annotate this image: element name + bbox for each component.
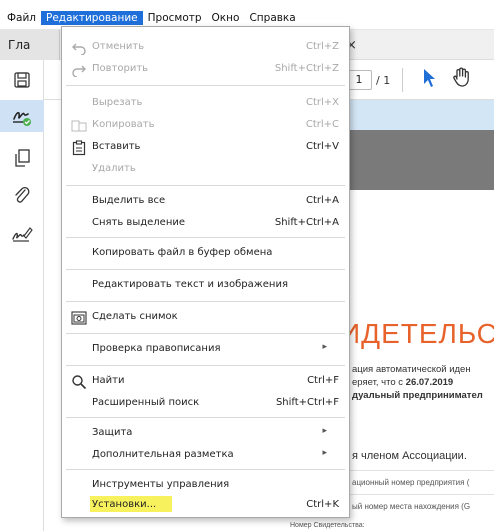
menu-item-management-tools[interactable]: Инструменты управления bbox=[62, 475, 349, 497]
attach-icon[interactable] bbox=[10, 184, 34, 208]
menu-item-shortcut: Ctrl+V bbox=[305, 141, 339, 152]
select-cursor-icon[interactable] bbox=[422, 68, 436, 91]
menu-edit[interactable]: Редактирование bbox=[41, 10, 143, 25]
menu-item-copy-file[interactable]: Копировать файл в буфер обмена bbox=[62, 243, 349, 265]
save-icon[interactable] bbox=[10, 68, 34, 92]
menu-separator bbox=[66, 301, 345, 302]
menu-separator bbox=[66, 269, 345, 270]
menu-item-shortcut: Ctrl+C bbox=[305, 119, 339, 130]
menu-item-label: Вырезать bbox=[92, 97, 143, 108]
search-icon bbox=[70, 373, 88, 391]
menu-item-label: Дополнительная разметка bbox=[92, 449, 234, 460]
doc-divider bbox=[350, 494, 494, 495]
menu-item-edit-text[interactable]: Редактировать текст и изображения bbox=[62, 275, 349, 297]
submenu-arrow-icon: ▸ bbox=[322, 448, 327, 458]
menu-item-shortcut: Ctrl+A bbox=[305, 195, 339, 206]
menu-item-advanced-search[interactable]: Расширенный поиск Shift+Ctrl+F bbox=[62, 393, 349, 415]
menu-item-label: Копировать файл в буфер обмена bbox=[92, 247, 273, 258]
doc-text-prefix: еряет, что с bbox=[352, 377, 404, 388]
submenu-arrow-icon: ▸ bbox=[322, 342, 327, 352]
menu-item-protection[interactable]: Защита ▸ bbox=[62, 423, 349, 445]
menu-item-redo[interactable]: Повторить Shift+Ctrl+Z bbox=[62, 59, 349, 81]
menu-item-cut[interactable]: Вырезать Ctrl+X bbox=[62, 93, 349, 115]
left-sidebar bbox=[0, 60, 44, 531]
doc-date: 26.07.2019 bbox=[405, 377, 454, 388]
menu-item-label: Найти bbox=[92, 375, 125, 386]
menu-separator bbox=[66, 185, 345, 186]
submenu-arrow-icon: ▸ bbox=[322, 426, 327, 436]
menu-item-shortcut: Ctrl+Z bbox=[305, 41, 339, 52]
menu-item-label: Копировать bbox=[92, 119, 155, 130]
document-gutter bbox=[350, 130, 494, 190]
pages-icon[interactable] bbox=[10, 146, 34, 170]
menu-file[interactable]: Файл bbox=[2, 11, 41, 25]
toolbar-divider bbox=[402, 68, 403, 92]
doc-text-line: ый номер места нахождения (G bbox=[352, 502, 471, 511]
doc-text-line: я членом Ассоциации. bbox=[352, 450, 467, 462]
tab-home[interactable]: Гла bbox=[0, 30, 60, 60]
menu-item-shortcut: Ctrl+K bbox=[306, 499, 339, 510]
page-total: / 1 bbox=[376, 74, 391, 87]
menu-item-find[interactable]: Найти Ctrl+F bbox=[62, 371, 349, 393]
menu-item-paste[interactable]: Вставить Ctrl+V bbox=[62, 137, 349, 159]
menu-window[interactable]: Окно bbox=[207, 11, 245, 25]
menu-item-markup[interactable]: Дополнительная разметка ▸ bbox=[62, 445, 349, 467]
camera-icon bbox=[70, 309, 88, 327]
menu-item-label: Отменить bbox=[92, 41, 145, 52]
doc-text-line: ационный номер предприятия ( bbox=[352, 478, 470, 487]
menu-view[interactable]: Просмотр bbox=[143, 11, 207, 25]
menu-item-label: Удалить bbox=[92, 163, 136, 174]
menu-item-label: Расширенный поиск bbox=[92, 397, 200, 408]
menu-item-deselect[interactable]: Снять выделение Shift+Ctrl+A bbox=[62, 213, 349, 235]
hand-tool-icon[interactable] bbox=[451, 66, 473, 91]
menu-item-label: Выделить все bbox=[92, 195, 166, 206]
menu-item-label: Проверка правописания bbox=[92, 343, 221, 354]
menu-item-select-all[interactable]: Выделить все Ctrl+A bbox=[62, 191, 349, 213]
menu-item-label: Редактировать текст и изображения bbox=[92, 279, 288, 290]
edit-menu-dropdown: Отменить Ctrl+Z Повторить Shift+Ctrl+Z В… bbox=[61, 26, 350, 518]
doc-title: ИДЕТЕЛЬС bbox=[340, 318, 494, 349]
doc-divider bbox=[350, 470, 494, 471]
doc-text-line: Номер Свидетельства: bbox=[290, 522, 365, 529]
menu-item-undo[interactable]: Отменить Ctrl+Z bbox=[62, 37, 349, 59]
menu-item-label: Сделать снимок bbox=[92, 311, 178, 322]
menu-item-snapshot[interactable]: Сделать снимок bbox=[62, 307, 349, 329]
menu-item-shortcut: Shift+Ctrl+F bbox=[275, 397, 339, 408]
menu-item-shortcut: Ctrl+F bbox=[307, 375, 339, 386]
menu-item-label: Установки... bbox=[92, 499, 157, 510]
menu-item-delete[interactable]: Удалить bbox=[62, 159, 349, 181]
doc-text-line: еряет, что с 26.07.2019 bbox=[352, 377, 453, 388]
menu-item-label: Инструменты управления bbox=[92, 479, 230, 490]
menu-item-shortcut: Shift+Ctrl+Z bbox=[274, 63, 339, 74]
menu-separator bbox=[66, 365, 345, 366]
sign-icon[interactable] bbox=[10, 222, 34, 246]
menu-separator bbox=[66, 417, 345, 418]
menu-separator bbox=[66, 237, 345, 238]
menu-item-label: Защита bbox=[92, 427, 133, 438]
fill-sign-icon[interactable] bbox=[10, 104, 34, 128]
tab-home-label: Гла bbox=[8, 38, 31, 52]
menu-item-shortcut: Ctrl+X bbox=[305, 97, 339, 108]
menu-item-preferences[interactable]: Установки... Ctrl+K bbox=[62, 495, 349, 517]
redo-icon bbox=[70, 61, 88, 79]
menu-help[interactable]: Справка bbox=[244, 11, 300, 25]
paste-icon bbox=[70, 139, 88, 157]
menu-item-shortcut: Shift+Ctrl+A bbox=[274, 217, 339, 228]
menu-separator bbox=[66, 333, 345, 334]
menu-item-label: Вставить bbox=[92, 141, 141, 152]
menu-separator bbox=[66, 469, 345, 470]
doc-text-line: дуальный предпринимател bbox=[352, 390, 483, 401]
copy-icon bbox=[70, 117, 88, 135]
menu-item-label: Повторить bbox=[92, 63, 149, 74]
info-banner bbox=[350, 100, 494, 130]
menu-item-copy[interactable]: Копировать Ctrl+C bbox=[62, 115, 349, 137]
doc-text-line: ация автоматической иден bbox=[352, 364, 471, 375]
menu-separator bbox=[66, 85, 345, 86]
menu-item-label: Снять выделение bbox=[92, 217, 186, 228]
menu-item-spelling[interactable]: Проверка правописания ▸ bbox=[62, 339, 349, 361]
undo-icon bbox=[70, 39, 88, 57]
